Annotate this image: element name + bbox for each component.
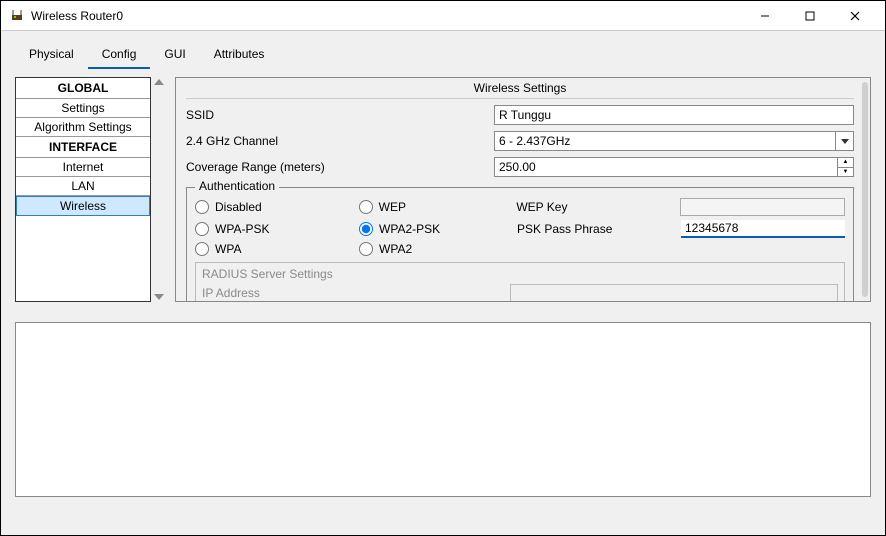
- bottom-panel: [15, 322, 871, 497]
- settings-panel: Wireless Settings SSID 2.4 GHz Channel C…: [175, 77, 871, 302]
- sidebar-header-global: GLOBAL: [16, 78, 150, 99]
- tab-attributes[interactable]: Attributes: [200, 41, 279, 69]
- tab-physical[interactable]: Physical: [15, 41, 88, 69]
- sidebar-header-interface: INTERFACE: [16, 137, 150, 158]
- radio-wpa-psk[interactable]: WPA-PSK: [195, 222, 351, 236]
- radio-wpa-input[interactable]: [195, 242, 209, 256]
- radius-ip-label: IP Address: [202, 286, 502, 300]
- radio-wep-input[interactable]: [359, 200, 373, 214]
- sidebar-scrollbar[interactable]: [151, 77, 167, 302]
- radio-wpa2-input[interactable]: [359, 242, 373, 256]
- authentication-legend: Authentication: [195, 179, 279, 193]
- tab-config[interactable]: Config: [88, 41, 151, 69]
- tab-gui[interactable]: GUI: [150, 41, 199, 69]
- channel-dropdown-button[interactable]: [836, 131, 854, 151]
- wep-key-input: [680, 198, 845, 216]
- radio-wpa2-label: WPA2: [379, 242, 412, 256]
- coverage-spin-down[interactable]: ▼: [838, 167, 854, 178]
- tab-bar: Physical Config GUI Attributes: [15, 41, 871, 69]
- chevron-down-icon: [841, 139, 849, 144]
- coverage-input[interactable]: [494, 157, 838, 177]
- scroll-up-icon[interactable]: [154, 79, 164, 85]
- psk-label: PSK Pass Phrase: [517, 222, 673, 236]
- coverage-label: Coverage Range (meters): [186, 160, 486, 174]
- ssid-input[interactable]: [494, 105, 854, 125]
- radio-wpa2[interactable]: WPA2: [359, 242, 509, 256]
- radius-ip-input: [510, 284, 838, 302]
- panel-title: Wireless Settings: [186, 78, 854, 99]
- radio-wpa-psk-input[interactable]: [195, 222, 209, 236]
- radio-wpa2-psk[interactable]: WPA2-PSK: [359, 222, 509, 236]
- window-controls: [742, 2, 877, 30]
- radio-disabled-label: Disabled: [215, 200, 262, 214]
- ssid-label: SSID: [186, 108, 486, 122]
- radio-wpa2-psk-label: WPA2-PSK: [379, 222, 440, 236]
- radio-wpa-psk-label: WPA-PSK: [215, 222, 269, 236]
- radio-wpa[interactable]: WPA: [195, 242, 351, 256]
- sidebar: GLOBAL Settings Algorithm Settings INTER…: [15, 77, 151, 302]
- coverage-spin-up[interactable]: ▲: [838, 157, 854, 167]
- router-icon: [9, 8, 25, 24]
- sidebar-item-lan[interactable]: LAN: [16, 177, 150, 196]
- sidebar-item-settings[interactable]: Settings: [16, 99, 150, 118]
- radio-wpa-label: WPA: [215, 242, 241, 256]
- content-scrollbar[interactable]: [862, 82, 868, 297]
- radio-wep-label: WEP: [379, 200, 406, 214]
- close-button[interactable]: [832, 2, 877, 30]
- channel-input[interactable]: [494, 131, 836, 151]
- radio-disabled-input[interactable]: [195, 200, 209, 214]
- sidebar-item-internet[interactable]: Internet: [16, 158, 150, 177]
- window-title: Wireless Router0: [31, 9, 742, 23]
- wep-key-label: WEP Key: [516, 200, 672, 214]
- sidebar-item-wireless[interactable]: Wireless: [16, 196, 150, 216]
- maximize-button[interactable]: [787, 2, 832, 30]
- authentication-fieldset: Authentication Disabled WEP WEP Key: [186, 187, 854, 302]
- radius-title: RADIUS Server Settings: [202, 267, 838, 281]
- title-bar: Wireless Router0: [1, 1, 885, 31]
- channel-label: 2.4 GHz Channel: [186, 134, 486, 148]
- radio-disabled[interactable]: Disabled: [195, 200, 351, 214]
- minimize-button[interactable]: [742, 2, 787, 30]
- scroll-down-icon[interactable]: [154, 294, 164, 300]
- radio-wep[interactable]: WEP: [359, 200, 509, 214]
- psk-input[interactable]: [681, 220, 845, 238]
- radio-wpa2-psk-input[interactable]: [359, 222, 373, 236]
- radius-settings: RADIUS Server Settings IP Address Shared…: [195, 262, 845, 302]
- sidebar-item-algorithm-settings[interactable]: Algorithm Settings: [16, 118, 150, 137]
